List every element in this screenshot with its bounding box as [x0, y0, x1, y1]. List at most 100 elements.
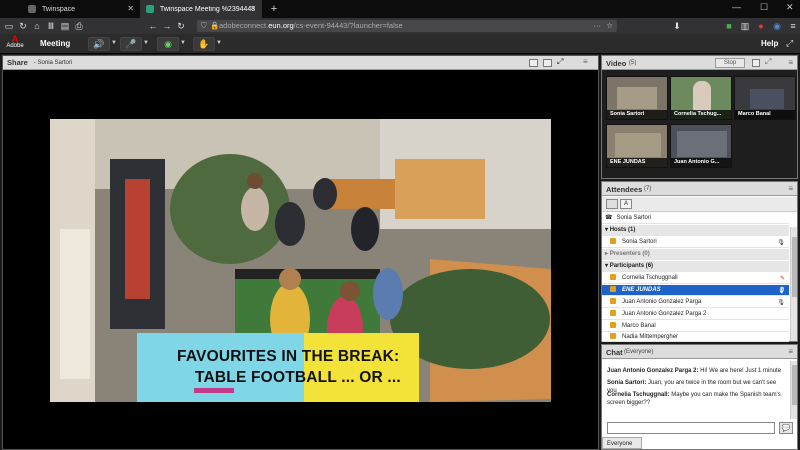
firefox-view-icon[interactable]: ▭ [2, 19, 16, 33]
browser-nav-bar: ▭ ↻ ⌂ Ⅲ ▤ ⎙ ← → ↻ ⛉ 🔒 adobeconnect.eun.o… [0, 18, 800, 34]
home-icon[interactable]: ⌂ [30, 19, 44, 33]
pod-menu-icon[interactable]: ≡ [788, 347, 793, 356]
meeting-menu[interactable]: Meeting [40, 39, 70, 48]
webcam-button[interactable]: ◉ [157, 37, 179, 51]
video-thumb[interactable]: Juan Antonio G... [670, 124, 732, 168]
chat-target-tab[interactable]: Everyone [602, 437, 642, 449]
library-icon[interactable]: Ⅲ [44, 19, 58, 33]
list-item[interactable]: Marco Banal [602, 321, 789, 332]
video-thumb[interactable]: Marco Banal [734, 76, 796, 120]
extension-green-icon[interactable]: ■ [722, 19, 736, 33]
share-pod-header: Share - Sonia Sartori ⤢ ≡ [3, 56, 598, 70]
chevron-down-icon[interactable]: ▼ [180, 40, 186, 46]
phone-icon: ☎ [605, 215, 613, 221]
chat-text: Hi! We are here! Just 1 minute [700, 368, 782, 374]
chat-pod-header: Chat (Everyone) ≡ [602, 345, 797, 359]
attendee-name: Juan Antonio Gonzalez Parga 2 [622, 311, 707, 317]
chat-scope: (Everyone) [624, 349, 654, 355]
video-thumb-name: Juan Antonio G... [671, 158, 731, 167]
video-thumb[interactable]: Sonia Sartori [606, 76, 668, 120]
scrollbar[interactable] [790, 361, 797, 419]
speaker-button[interactable]: 🔊 [88, 37, 110, 51]
chevron-down-icon[interactable]: ▼ [216, 40, 222, 46]
fullscreen-icon[interactable]: ⤢ [557, 57, 566, 66]
pod-menu-icon[interactable]: ≡ [788, 58, 793, 67]
pod-menu-icon[interactable]: ≡ [583, 57, 588, 66]
url-path: /cs-event-94443/?launcher=false [293, 21, 403, 30]
send-message-button[interactable]: 💬 [779, 422, 793, 434]
video-thumb-name: ENE JUNDAS [607, 158, 667, 167]
print-icon[interactable]: ⎙ [72, 19, 86, 33]
layout-icon[interactable] [529, 59, 538, 67]
bookmark-star-icon[interactable]: ☆ [606, 20, 613, 32]
maximize-icon[interactable]: ☐ [760, 2, 768, 13]
help-menu[interactable]: Help [761, 39, 778, 48]
user-status-icon [610, 286, 616, 292]
page-actions-icon[interactable]: ··· [594, 20, 602, 32]
extension-blue-icon[interactable]: ◉ [770, 19, 784, 33]
chevron-down-icon[interactable]: ▼ [111, 40, 117, 46]
menu-icon[interactable]: ≡ [786, 19, 800, 33]
tab-twinspace-meeting[interactable]: Twinspace Meeting %2394443 ✕ [140, 0, 262, 18]
hosts-section[interactable]: ▾ Hosts (1) [602, 225, 789, 236]
chevron-down-icon[interactable]: ▼ [143, 40, 149, 46]
adobe-logo-text: Adobe [6, 43, 24, 49]
speaker-icon: 🔊 [93, 39, 105, 49]
tab-label: Twinspace Meeting %2394443 [159, 5, 256, 13]
video-pod: Video (5) Stop ⤢ ≡ Sonia Sartori Corneli… [601, 55, 798, 179]
downloads-icon[interactable]: ⬇ [670, 19, 684, 33]
chat-sender: Sonia Sartori: [607, 380, 647, 386]
microphone-button[interactable]: 🎤 [120, 37, 142, 51]
chat-input[interactable] [607, 422, 775, 434]
list-item[interactable]: ENE JUNDAS 🎙 [602, 285, 789, 296]
shared-video[interactable]: FAVOURITES IN THE BREAK: TABLE FOOTBALL … [50, 119, 551, 402]
chat-sender: Cornelia Tschuggnall: [607, 392, 670, 398]
stop-button[interactable]: Stop [715, 58, 745, 68]
attendee-name: Sonia Sartori [622, 239, 657, 245]
video-thumb[interactable]: Cornelia Tschug... [670, 76, 732, 120]
list-item[interactable]: Sonia Sartori 🎙 [602, 237, 789, 248]
forward-icon[interactable]: → [160, 19, 174, 33]
video-count: (5) [629, 60, 637, 66]
pod-menu-icon[interactable]: ≡ [788, 184, 793, 193]
attendees-pod-title: Attendees [606, 185, 643, 194]
list-item[interactable]: Juan Antonio Gonzalez Parga 2 [602, 309, 789, 320]
minimize-icon[interactable]: — [732, 2, 741, 12]
scrollbar-thumb[interactable] [792, 365, 797, 405]
video-thumb-name: Sonia Sartori [607, 110, 667, 119]
scrollbar-thumb[interactable] [792, 237, 797, 297]
webcam-icon: ◉ [164, 39, 172, 49]
scrollbar[interactable] [790, 227, 797, 341]
close-window-icon[interactable]: ✕ [786, 2, 794, 13]
tab-twinspace[interactable]: Twinspace ✕ [22, 0, 140, 18]
list-item[interactable]: Nadia Mittempergher [602, 333, 789, 342]
list-item[interactable]: Cornelia Tschuggnall ✎ [602, 273, 789, 284]
presenters-section[interactable]: ▸ Presenters (0) [602, 249, 789, 260]
layout-icon[interactable] [543, 59, 552, 67]
status-button[interactable]: ✋ [193, 37, 215, 51]
fullscreen-icon[interactable]: ⤢ [765, 57, 771, 67]
extension-red-icon[interactable]: ● [754, 19, 768, 33]
video-thumb[interactable]: ENE JUNDAS [606, 124, 668, 168]
share-presenter: - Sonia Sartori [33, 59, 73, 66]
new-tab-button[interactable]: + [266, 3, 282, 15]
sidebar-icon[interactable]: ▤ [58, 19, 72, 33]
url-bar[interactable]: ⛉ 🔒 adobeconnect.eun.org/cs-event-94443/… [197, 20, 617, 32]
microphone-icon: 🎙 [777, 300, 785, 306]
sort-icon[interactable]: A [620, 199, 632, 209]
fullscreen-icon[interactable]: ⤢ [786, 38, 793, 49]
attendee-name: Cornelia Tschuggnall [622, 275, 678, 281]
layout-icon[interactable] [752, 59, 760, 67]
video-pod-header: Video (5) Stop ⤢ ≡ [602, 56, 797, 70]
microphone-icon: 🎤 [125, 39, 137, 49]
close-icon[interactable]: ✕ [249, 4, 256, 13]
reload-icon[interactable]: ↻ [174, 19, 188, 33]
list-view-icon[interactable] [606, 199, 618, 209]
refresh-icon[interactable]: ↻ [16, 19, 30, 33]
list-item[interactable]: Juan Antonio Gonzalez Parga 🎙 [602, 297, 789, 308]
back-icon[interactable]: ← [146, 19, 160, 33]
reader-icon[interactable]: ▥ [738, 19, 752, 33]
close-icon[interactable]: ✕ [127, 4, 134, 13]
presenters-label: Presenters (0) [609, 251, 650, 257]
participants-section[interactable]: ▾ Participants (6) [602, 261, 789, 272]
